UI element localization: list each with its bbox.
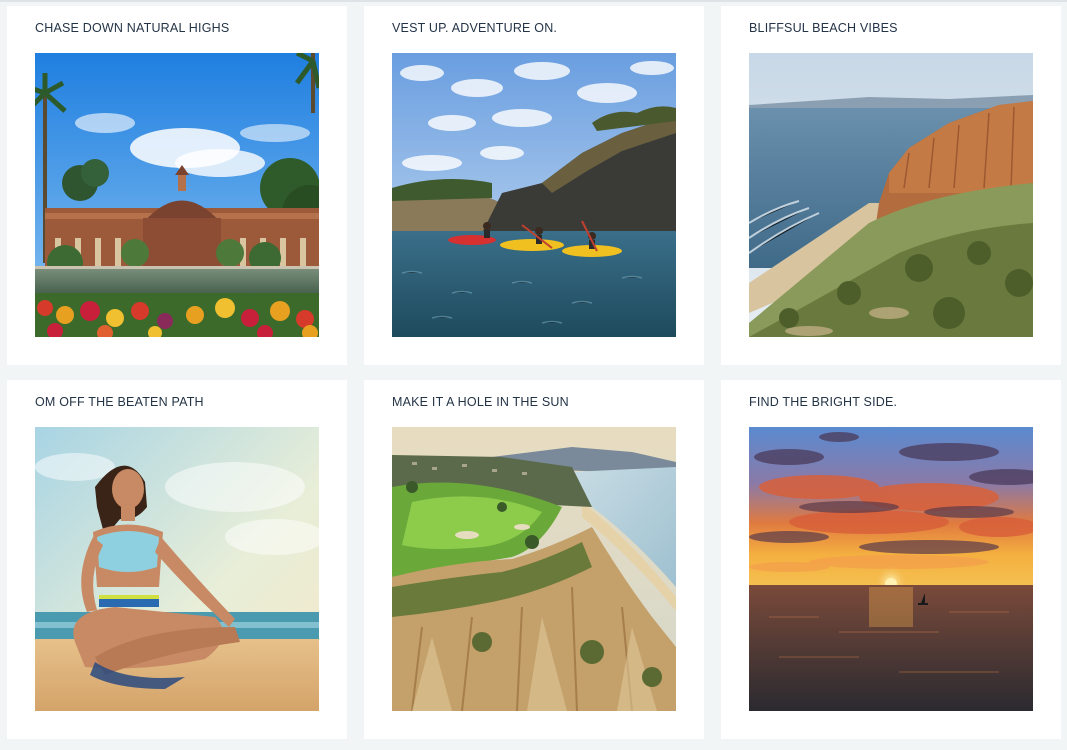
experience-card-om[interactable]: OM OFF THE BEATEN PATH: [7, 380, 347, 739]
meditation-image: [35, 427, 319, 711]
card-title: FIND THE BRIGHT SIDE.: [749, 395, 898, 409]
top-divider: [0, 0, 1067, 2]
meditation-photo[interactable]: [35, 427, 319, 711]
coastal-bluffs-photo[interactable]: [749, 53, 1033, 337]
experience-card-grid: CHASE DOWN NATURAL HIGHS VEST UP. ADVENT…: [7, 6, 1061, 739]
card-title: VEST UP. ADVENTURE ON.: [392, 21, 558, 35]
sunset-photo[interactable]: [749, 427, 1033, 711]
coastal-bluffs-image: [749, 53, 1033, 337]
experience-card-natural-highs[interactable]: CHASE DOWN NATURAL HIGHS: [7, 6, 347, 365]
botanical-garden-photo[interactable]: [35, 53, 319, 337]
experience-card-vest-up[interactable]: VEST UP. ADVENTURE ON.: [364, 6, 704, 365]
kayaks-image: [392, 53, 676, 337]
sunset-image: [749, 427, 1033, 711]
experience-card-golf[interactable]: MAKE IT A HOLE IN THE SUN: [364, 380, 704, 739]
card-title: BLIFFSUL BEACH VIBES: [749, 21, 898, 35]
experience-card-bright-side[interactable]: FIND THE BRIGHT SIDE.: [721, 380, 1061, 739]
experience-card-beach-vibes[interactable]: BLIFFSUL BEACH VIBES: [721, 6, 1061, 365]
card-title: CHASE DOWN NATURAL HIGHS: [35, 21, 230, 35]
card-title: MAKE IT A HOLE IN THE SUN: [392, 395, 569, 409]
botanical-building-image: [35, 53, 319, 337]
kayaks-photo[interactable]: [392, 53, 676, 337]
card-title: OM OFF THE BEATEN PATH: [35, 395, 204, 409]
golf-course-photo[interactable]: [392, 427, 676, 711]
golf-course-image: [392, 427, 676, 711]
